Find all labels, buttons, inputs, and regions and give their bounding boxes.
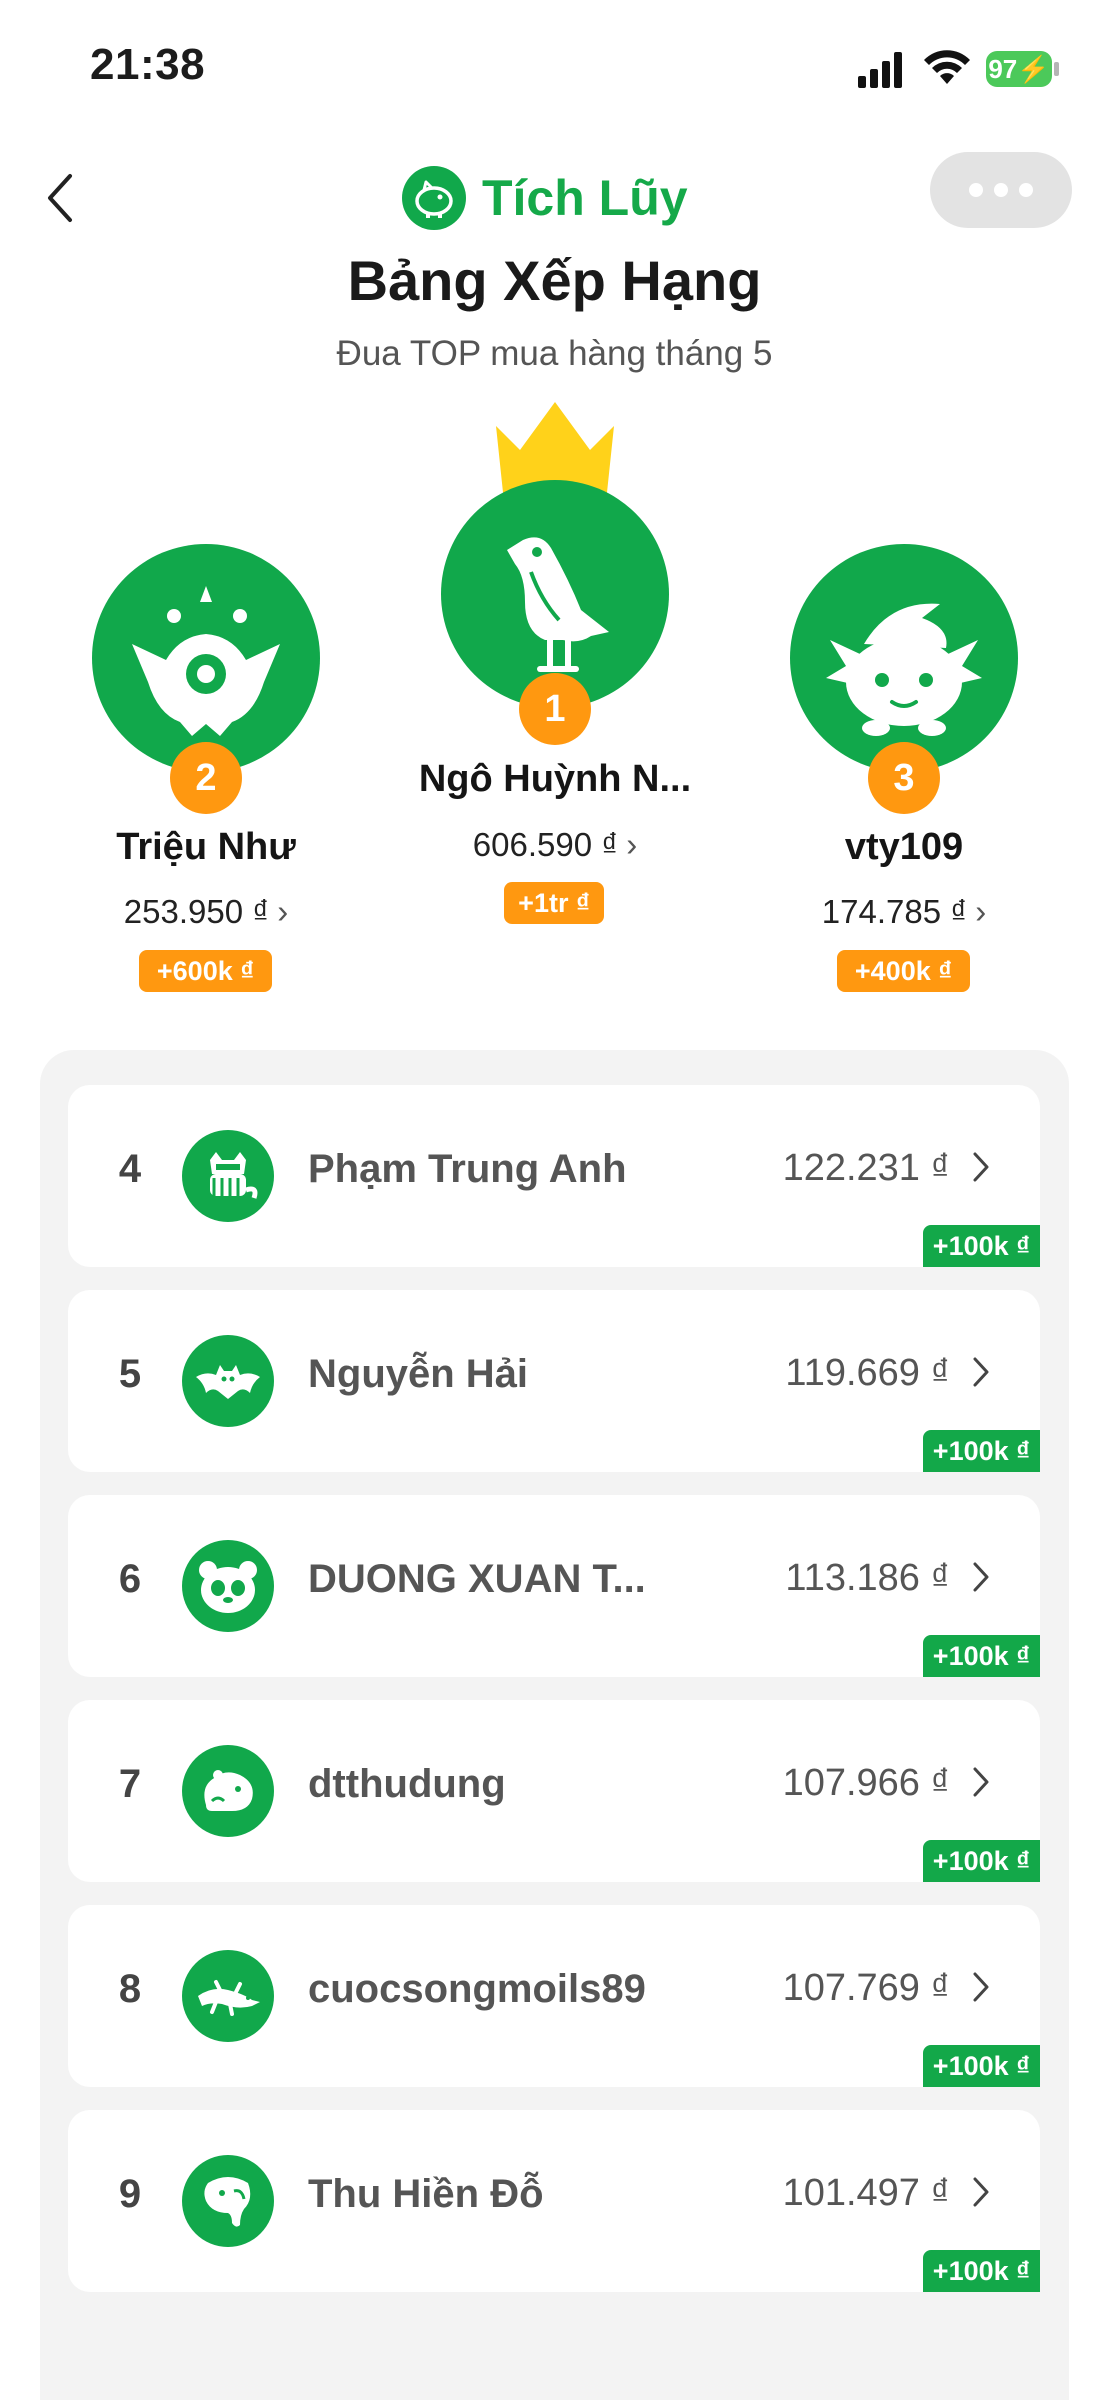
- chevron-right-icon: [973, 1562, 989, 1592]
- row-bonus-badge: +100k ₫: [922, 1225, 1040, 1267]
- page-subtitle: Đua TOP mua hàng tháng 5: [336, 334, 773, 373]
- row-rank: 9: [118, 2172, 142, 2216]
- page-title: Bảng Xếp Hạng: [347, 249, 762, 312]
- podium-3-amount-value: 174.785 ₫: [821, 893, 968, 930]
- podium-3-bonus-badge: +400k ₫: [837, 950, 970, 992]
- panda-icon: [182, 1540, 274, 1632]
- battery-tip: [1054, 62, 1059, 76]
- row-name: dtthudung: [308, 1762, 506, 1806]
- chevron-right-icon: ›: [626, 826, 638, 863]
- row-amount: 101.497 ₫: [782, 2172, 950, 2214]
- row-bonus-badge: +100k ₫: [922, 1840, 1040, 1882]
- podium-3-amount[interactable]: 174.785 ₫ ›: [754, 893, 1054, 931]
- chevron-right-icon: ›: [277, 893, 289, 930]
- row-bonus-badge: +100k ₫: [922, 1635, 1040, 1677]
- row-name: Thu Hiền Đỗ: [308, 2172, 544, 2216]
- chevron-right-icon: [973, 1767, 989, 1797]
- row-rank: 5: [118, 1352, 142, 1396]
- row-amount: 122.231 ₫: [782, 1147, 950, 1189]
- capybara-icon: [182, 1745, 274, 1837]
- bat-icon: [182, 1335, 274, 1427]
- more-dots-icon: [969, 183, 983, 197]
- row-name: cuocsongmoils89: [308, 1967, 646, 2011]
- podium-2-rank-badge: 2: [170, 742, 242, 814]
- podium-1-name[interactable]: Ngô Huỳnh N...: [355, 758, 755, 801]
- wifi-icon: [924, 50, 970, 84]
- row-rank: 6: [118, 1557, 142, 1601]
- cellular-signal-icon: [858, 52, 902, 88]
- row-amount: 107.966 ₫: [782, 1762, 950, 1804]
- leaderboard-row[interactable]: 5 Nguyễn Hải 119.669 ₫ +100k ₫: [68, 1290, 1040, 1472]
- podium-1-amount[interactable]: 606.590 ₫ ›: [405, 826, 705, 864]
- row-bonus-badge: +100k ₫: [922, 2250, 1040, 2292]
- more-dot: [994, 183, 1008, 197]
- row-name: Phạm Trung Anh: [308, 1147, 627, 1191]
- piggy-bank-icon: [402, 166, 466, 230]
- elephant-icon: [182, 2155, 274, 2247]
- podium-3-rank-badge: 3: [868, 742, 940, 814]
- chevron-right-icon: [973, 1972, 989, 2002]
- row-amount: 107.769 ₫: [782, 1967, 950, 2009]
- lizard-icon: [182, 1950, 274, 2042]
- brand-header: Tích Lũy: [402, 163, 688, 233]
- status-time: 21:38: [90, 40, 206, 89]
- podium-1-amount-value: 606.590 ₫: [472, 826, 619, 863]
- chevron-right-icon: [973, 1357, 989, 1387]
- podium-3-avatar[interactable]: [790, 544, 1018, 772]
- battery-level: 97: [988, 54, 1018, 84]
- podium-3-name[interactable]: vty109: [754, 826, 1054, 869]
- battery-indicator: 97⚡: [986, 51, 1052, 87]
- podium-1-bonus-badge: +1tr ₫: [504, 882, 604, 924]
- row-rank: 4: [118, 1147, 142, 1191]
- row-name: DUONG XUAN T...: [308, 1557, 646, 1601]
- charging-bolt-icon: ⚡: [1017, 54, 1050, 84]
- axolotl-icon: [826, 603, 982, 736]
- podium-2-bonus-badge: +600k ₫: [139, 950, 272, 992]
- leaderboard-row[interactable]: 8 cuocsongmoils89 107.769 ₫ +100k ₫: [68, 1905, 1040, 2087]
- podium-2-name[interactable]: Triệu Như: [56, 826, 356, 869]
- podium-2-amount-value: 253.950 ₫: [123, 893, 270, 930]
- row-rank: 8: [118, 1967, 142, 2011]
- row-bonus-badge: +100k ₫: [922, 1430, 1040, 1472]
- raccoon-icon: [182, 1130, 274, 1222]
- more-options-button[interactable]: [930, 152, 1072, 228]
- chevron-right-icon: [973, 1152, 989, 1182]
- more-dot: [1019, 183, 1033, 197]
- monster-icon: [132, 586, 280, 736]
- leaderboard-row[interactable]: 9 Thu Hiền Đỗ 101.497 ₫ +100k ₫: [68, 2110, 1040, 2292]
- row-bonus-badge: +100k ₫: [922, 2045, 1040, 2087]
- brand-name: Tích Lũy: [482, 170, 688, 226]
- podium-1-rank-badge: 1: [519, 673, 591, 745]
- leaderboard-row[interactable]: 4 Phạm Trung Anh 122.231 ₫ +100k ₫: [68, 1085, 1040, 1267]
- row-amount: 113.186 ₫: [785, 1557, 950, 1599]
- back-arrow-icon[interactable]: [40, 170, 80, 226]
- row-name: Nguyễn Hải: [308, 1352, 529, 1396]
- podium-2-amount[interactable]: 253.950 ₫ ›: [56, 893, 356, 931]
- row-rank: 7: [118, 1762, 142, 1806]
- row-amount: 119.669 ₫: [785, 1352, 950, 1394]
- leaderboard-row[interactable]: 7 dtthudung 107.966 ₫ +100k ₫: [68, 1700, 1040, 1882]
- leaderboard-row[interactable]: 6 DUONG XUAN T... 113.186 ₫ +100k ₫: [68, 1495, 1040, 1677]
- podium-2-avatar[interactable]: [92, 544, 320, 772]
- chevron-right-icon: ›: [975, 893, 987, 930]
- chevron-right-icon: [973, 2177, 989, 2207]
